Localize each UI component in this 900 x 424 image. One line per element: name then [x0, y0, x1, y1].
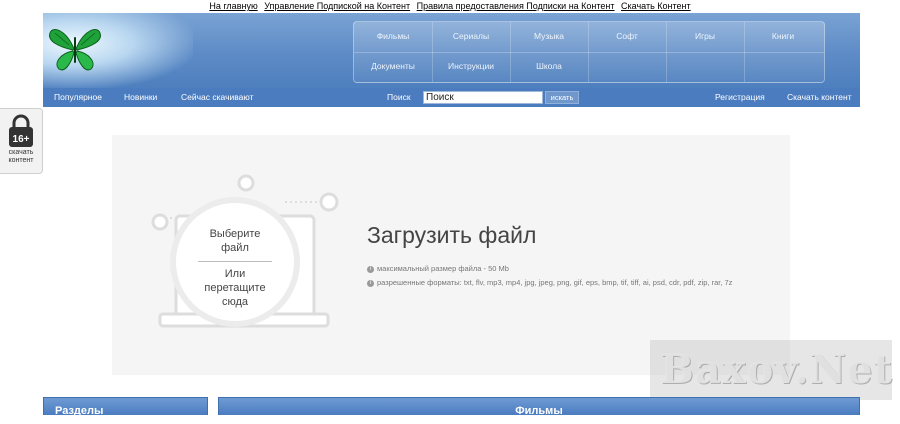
- info-icon: i: [367, 279, 374, 287]
- watermark-text: Baxov.Net: [660, 346, 893, 393]
- link-subscription-rules[interactable]: Правила предоставления Подписки на Конте…: [417, 1, 615, 11]
- subnav-new[interactable]: Новинки: [124, 88, 157, 107]
- nav-item-empty-2: [666, 52, 745, 82]
- link-download-content[interactable]: Скачать Контент: [621, 1, 691, 11]
- nav-item-empty-1: [588, 52, 667, 82]
- nav-row-2: Документы Инструкции Школа: [354, 52, 824, 82]
- download-content-link[interactable]: Скачать контент: [787, 88, 852, 107]
- drop-separator: [198, 261, 272, 262]
- drop-choose-text: Выберите файл: [209, 228, 261, 254]
- search-label: Поиск: [387, 92, 411, 102]
- nav-row-1: Фильмы Сериалы Музыка Софт Игры Книги: [354, 22, 824, 53]
- subnav-popular[interactable]: Популярное: [54, 88, 102, 107]
- films-header[interactable]: Фильмы: [218, 397, 860, 417]
- link-home[interactable]: На главную: [209, 1, 257, 11]
- link-manage-subscription[interactable]: Управление Подпиской на Контент: [264, 1, 410, 11]
- file-drop-zone[interactable]: Выберите файл Или перетащите сюда: [176, 203, 294, 321]
- age-badge[interactable]: 16+ скачать контент: [0, 108, 43, 174]
- age-badge-label-2: контент: [8, 157, 34, 164]
- nav-item-series[interactable]: Сериалы: [432, 22, 511, 52]
- watermark: Baxov.Net: [650, 340, 892, 400]
- nav-item-films[interactable]: Фильмы: [354, 22, 433, 52]
- site-header: Фильмы Сериалы Музыка Софт Игры Книги До…: [43, 13, 860, 88]
- age-badge-label: скачать контент: [0, 149, 42, 165]
- butterfly-icon: [49, 29, 101, 71]
- nav-item-school[interactable]: Школа: [510, 52, 589, 82]
- age-badge-label-1: скачать: [8, 149, 34, 156]
- formats-info: i разрешенные форматы: txt, flv, mp3, mp4…: [367, 278, 732, 287]
- age-rating-text: 16+: [13, 134, 30, 145]
- main-nav: Фильмы Сериалы Музыка Софт Игры Книги До…: [353, 21, 825, 83]
- search-input[interactable]: [423, 91, 543, 104]
- register-link[interactable]: Регистрация: [715, 88, 765, 107]
- sections-header[interactable]: Разделы: [43, 397, 208, 417]
- nav-item-music[interactable]: Музыка: [510, 22, 589, 52]
- nav-item-games[interactable]: Игры: [666, 22, 745, 52]
- logo[interactable]: [43, 13, 193, 88]
- upload-title: Загрузить файл: [367, 222, 537, 248]
- nav-item-books[interactable]: Книги: [744, 22, 822, 52]
- top-links: На главную Управление Подпиской на Конте…: [0, 0, 900, 13]
- nav-item-software[interactable]: Софт: [588, 22, 667, 52]
- info-icon: i: [367, 265, 374, 273]
- lock-icon: 16+: [9, 114, 33, 147]
- nav-item-documents[interactable]: Документы: [354, 52, 433, 82]
- subnav-downloading-now[interactable]: Сейчас скачивают: [181, 88, 253, 107]
- drop-drag-text: Или перетащите сюда: [204, 268, 266, 308]
- sub-navbar: Популярное Новинки Сейчас скачивают Поис…: [43, 88, 860, 107]
- nav-item-empty-3: [744, 52, 822, 82]
- nav-item-instructions[interactable]: Инструкции: [432, 52, 511, 82]
- max-size-info: i максимальный размер файла - 50 Mb: [367, 264, 509, 273]
- search-button[interactable]: искать: [545, 91, 579, 104]
